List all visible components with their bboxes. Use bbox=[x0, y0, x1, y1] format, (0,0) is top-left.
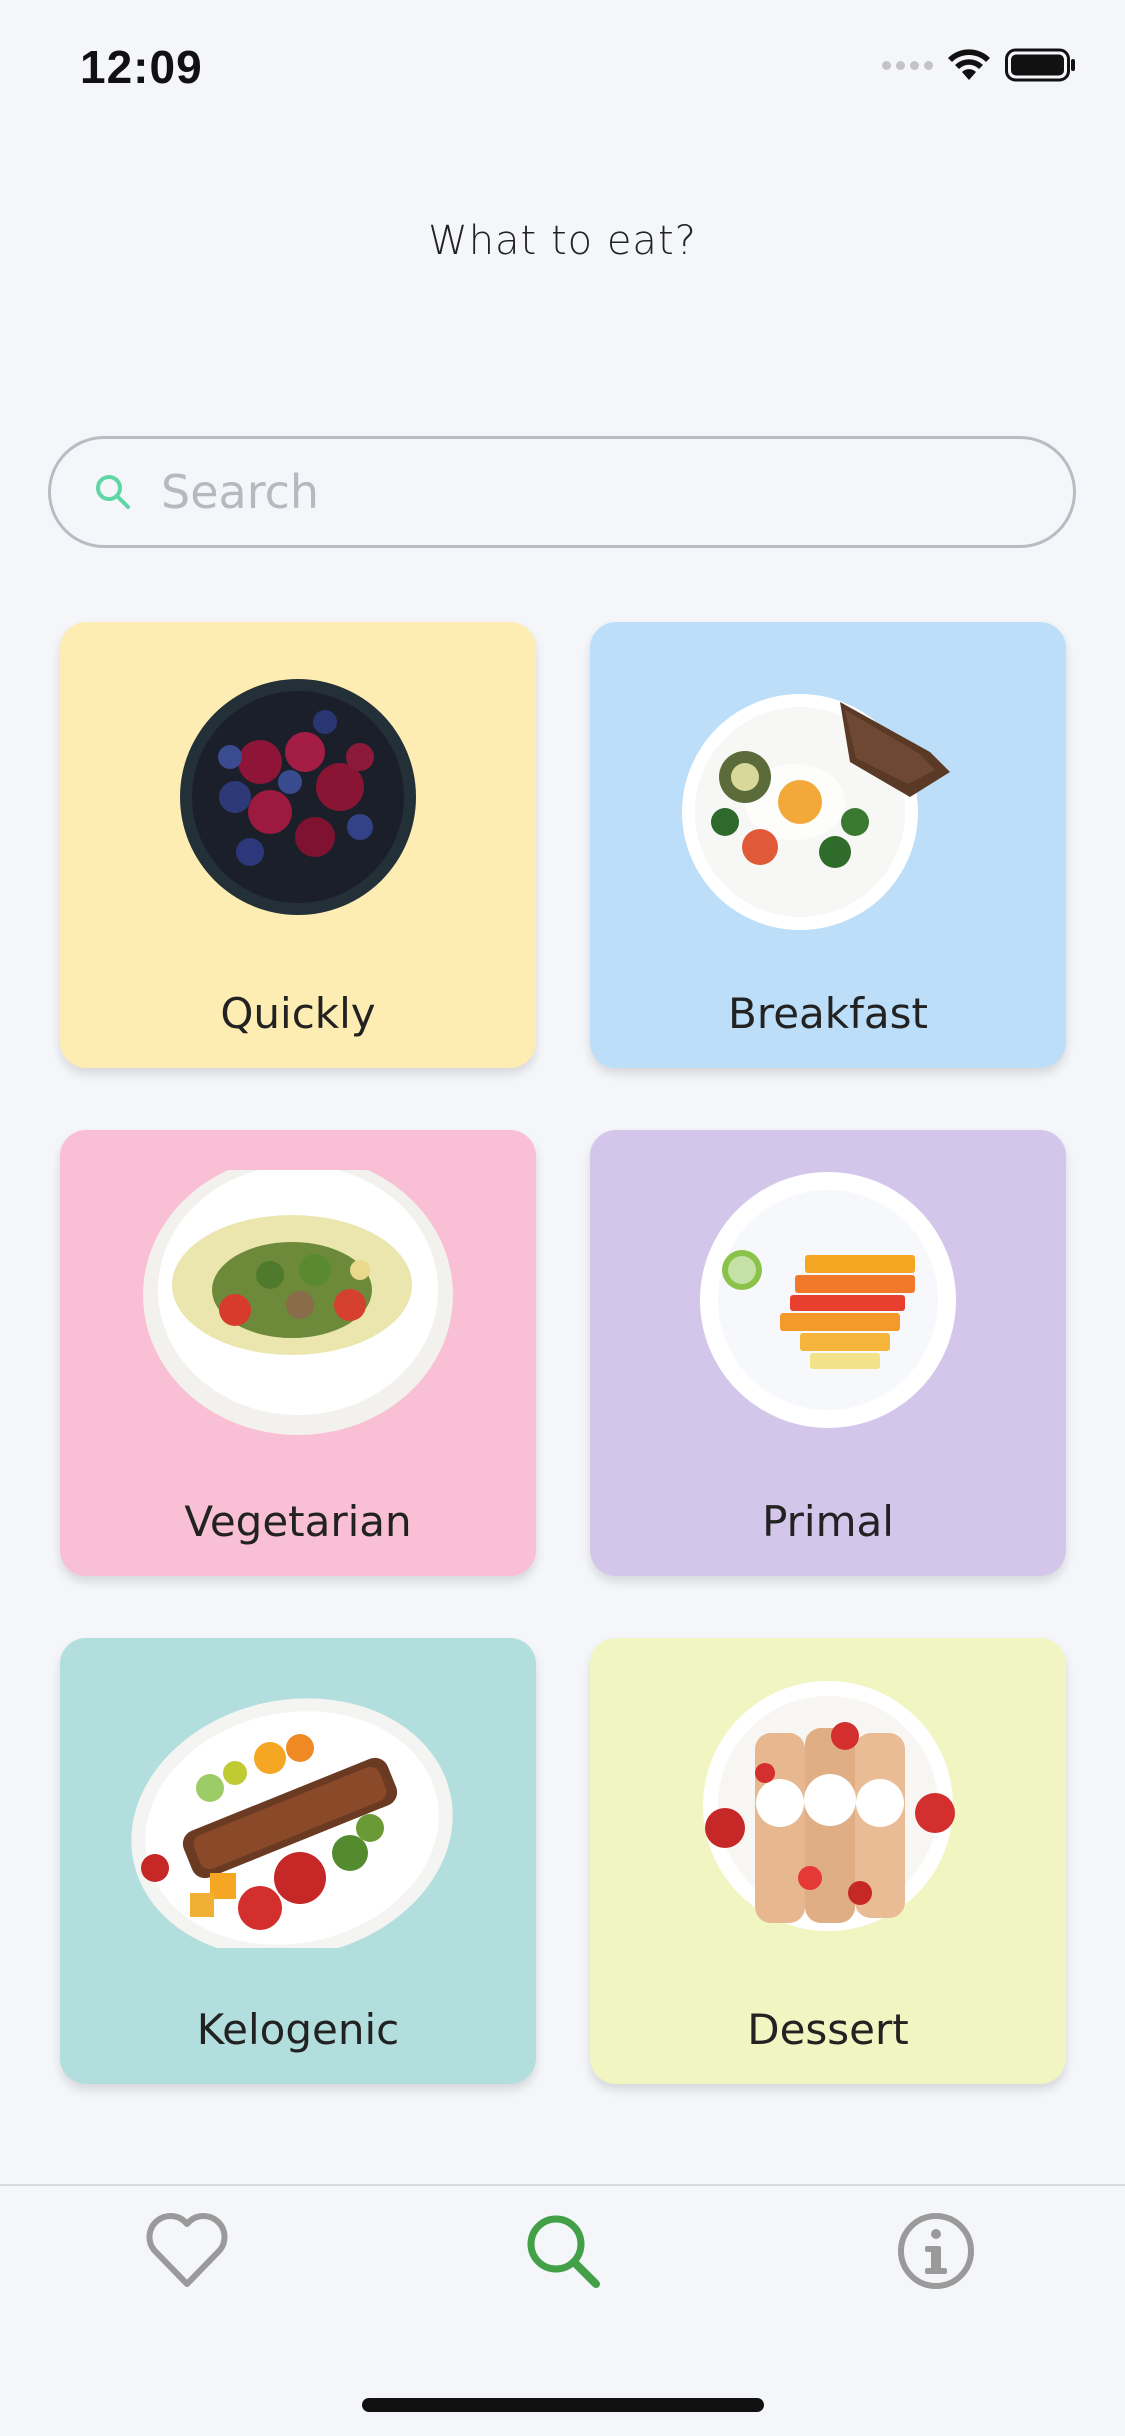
category-card-primal[interactable]: Primal bbox=[590, 1130, 1066, 1576]
category-label: Quickly bbox=[220, 989, 376, 1038]
search-icon bbox=[96, 475, 130, 509]
breakfast-plate-image bbox=[682, 694, 950, 930]
search-icon[interactable] bbox=[518, 2206, 608, 2296]
status-icons bbox=[882, 48, 1077, 82]
category-card-dessert[interactable]: Dessert bbox=[590, 1638, 1066, 2084]
category-label: Kelogenic bbox=[196, 2005, 400, 2054]
search-input[interactable] bbox=[161, 465, 1041, 519]
wifi-icon bbox=[948, 49, 990, 80]
page-title: What to eat? bbox=[428, 218, 697, 264]
status-bar: 12:09 bbox=[0, 0, 1125, 140]
salad-plate-image bbox=[143, 1170, 453, 1435]
bowl-of-cherries-image bbox=[180, 679, 416, 915]
category-card-vegetarian[interactable]: Vegetarian bbox=[60, 1130, 536, 1576]
sliced-fruit-plate-image bbox=[700, 1172, 956, 1428]
battery-icon bbox=[1005, 48, 1075, 82]
signal-icon bbox=[882, 60, 933, 70]
category-label: Breakfast bbox=[728, 989, 928, 1038]
info-icon[interactable] bbox=[891, 2206, 981, 2296]
category-card-kelogenic[interactable]: Kelogenic bbox=[60, 1638, 536, 2084]
search-bar[interactable] bbox=[48, 436, 1076, 548]
heart-icon[interactable] bbox=[142, 2206, 232, 2296]
home-indicator[interactable] bbox=[362, 2398, 764, 2412]
status-time: 12:09 bbox=[80, 41, 203, 93]
category-label: Vegetarian bbox=[184, 1497, 412, 1546]
category-label: Primal bbox=[762, 1497, 894, 1546]
grilled-meat-plate-image bbox=[131, 1698, 453, 1948]
category-label: Dessert bbox=[747, 2005, 909, 2054]
category-card-quickly[interactable]: Quickly bbox=[60, 622, 536, 1068]
crepes-plate-image bbox=[703, 1681, 955, 1931]
category-card-breakfast[interactable]: Breakfast bbox=[590, 622, 1066, 1068]
